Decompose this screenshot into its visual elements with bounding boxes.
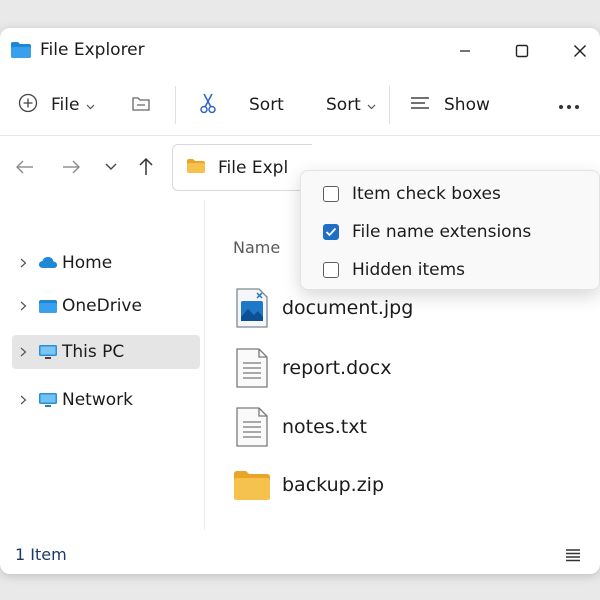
file-explorer-window: File Explorer File Sort Sort Show File E…	[0, 28, 600, 574]
checkbox-checked[interactable]	[323, 224, 339, 240]
folder-icon	[186, 158, 206, 178]
recent-locations-button[interactable]	[100, 156, 122, 178]
more-options-button[interactable]	[558, 90, 580, 120]
command-bar: File Sort Sort Show	[0, 74, 600, 136]
menu-item-item-check-boxes[interactable]: Item check boxes	[323, 180, 501, 208]
lines-icon	[410, 95, 430, 115]
list-item[interactable]: notes.txt	[232, 403, 572, 451]
minimize-button[interactable]	[452, 38, 478, 64]
folder-icon	[232, 463, 272, 507]
sidebar-item-this-pc[interactable]: This PC	[12, 335, 200, 369]
cloud-icon	[38, 255, 58, 271]
list-item[interactable]: report.docx	[232, 344, 572, 392]
folder-outline-icon	[131, 94, 151, 117]
text-file-icon	[232, 405, 272, 449]
plus-circle-icon	[18, 93, 38, 118]
sidebar-item-onedrive[interactable]: OneDrive	[12, 289, 200, 323]
navigation-pane: Home OneDrive This PC Network	[0, 200, 205, 530]
title-bar: File Explorer	[0, 28, 600, 74]
chevron-down-icon	[367, 95, 376, 115]
monitor-icon	[38, 344, 58, 360]
details-view-icon[interactable]	[565, 547, 581, 566]
status-bar: 1 Item	[0, 530, 600, 574]
chevron-right-icon[interactable]	[20, 390, 30, 410]
scissors-icon	[198, 92, 218, 119]
menu-item-label: Hidden items	[352, 260, 465, 280]
sidebar-item-label: This PC	[62, 342, 125, 362]
new-button[interactable]: File	[18, 90, 95, 120]
list-item[interactable]: document.jpg	[232, 284, 572, 332]
checkbox[interactable]	[323, 186, 339, 202]
sidebar-item-network[interactable]: Network	[12, 383, 200, 417]
file-name: report.docx	[282, 357, 392, 379]
close-button[interactable]	[567, 38, 593, 64]
image-file-icon	[232, 286, 272, 330]
checkbox[interactable]	[323, 262, 339, 278]
forward-button[interactable]	[60, 156, 82, 178]
new-button-label: File	[51, 95, 80, 115]
file-name: notes.txt	[282, 416, 367, 438]
sort-button[interactable]: Sort	[249, 90, 284, 120]
network-monitor-icon	[38, 392, 58, 408]
chevron-down-icon	[86, 95, 95, 115]
sort-button-label: Sort	[249, 95, 284, 115]
chevron-right-icon[interactable]	[20, 253, 30, 273]
menu-item-label: File name extensions	[352, 222, 532, 242]
document-file-icon	[232, 346, 272, 390]
show-menu: Item check boxes File name extensions Hi…	[300, 170, 600, 290]
checkmark-icon	[325, 227, 337, 237]
chevron-right-icon[interactable]	[20, 296, 30, 316]
address-bar[interactable]: File Expl	[172, 144, 312, 191]
address-text: File Expl	[218, 157, 289, 178]
toolbar-divider	[389, 86, 390, 124]
view-button-label: Show	[444, 95, 490, 115]
sort-dropdown-button[interactable]: Sort	[326, 90, 376, 120]
new-folder-button[interactable]	[131, 90, 151, 120]
name-column-header[interactable]: Name	[233, 238, 280, 257]
list-item[interactable]: backup.zip	[232, 461, 572, 509]
maximize-button[interactable]	[509, 38, 535, 64]
file-name: backup.zip	[282, 474, 385, 496]
up-button[interactable]	[135, 156, 157, 178]
menu-item-hidden-items[interactable]: Hidden items	[323, 256, 465, 284]
toolbar-divider	[175, 86, 176, 124]
sidebar-item-label: Home	[62, 253, 113, 273]
chevron-right-icon[interactable]	[20, 342, 30, 362]
file-explorer-app-icon	[10, 41, 32, 59]
window-title: File Explorer	[40, 40, 145, 60]
view-button[interactable]: Show	[410, 90, 490, 120]
sidebar-item-label: OneDrive	[62, 296, 142, 316]
sidebar-item-label: Network	[62, 390, 133, 410]
sidebar-item-home[interactable]: Home	[12, 246, 200, 280]
ellipsis-icon	[558, 95, 580, 115]
back-button[interactable]	[14, 156, 36, 178]
file-name: document.jpg	[282, 297, 414, 319]
menu-item-label: Item check boxes	[352, 184, 501, 204]
onedrive-folder-icon	[38, 298, 58, 314]
item-count: 1 Item	[15, 545, 67, 564]
sort-dropdown-label: Sort	[326, 95, 361, 115]
cut-button[interactable]	[198, 90, 218, 120]
menu-item-file-name-extensions[interactable]: File name extensions	[323, 218, 531, 246]
